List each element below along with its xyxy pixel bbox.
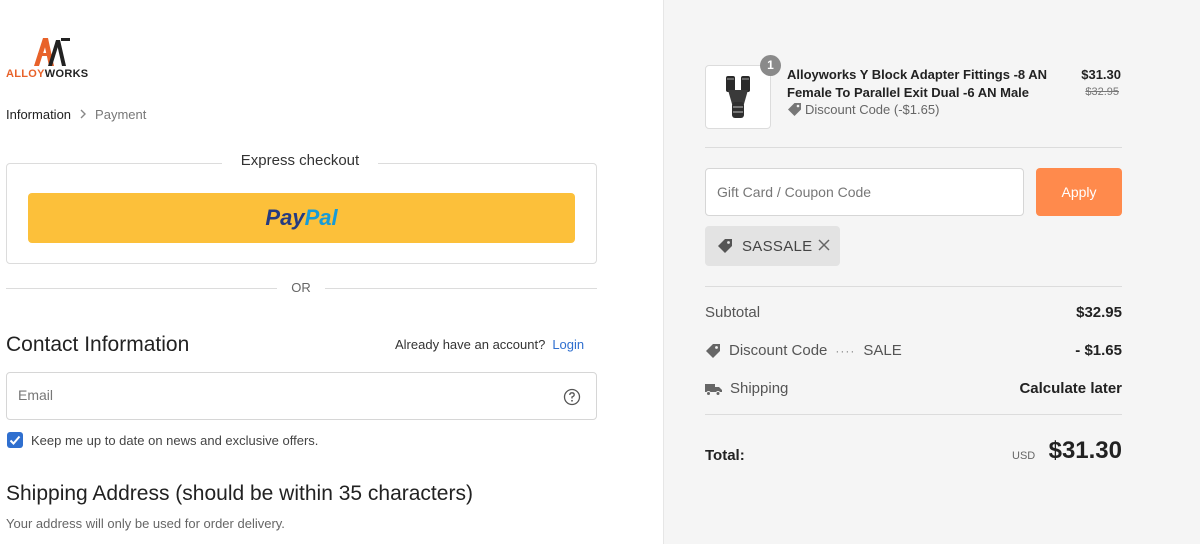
total-currency: USD <box>1012 450 1036 462</box>
login-link[interactable]: Login <box>552 337 584 352</box>
divider <box>705 414 1122 415</box>
newsletter-checkbox[interactable] <box>7 432 23 448</box>
shipping-address-title: Shipping Address (should be within 35 ch… <box>6 482 473 505</box>
or-divider-text: OR <box>277 280 325 295</box>
truck-icon <box>705 383 722 396</box>
divider <box>705 147 1122 148</box>
discount-value: - $1.65 <box>1075 342 1122 359</box>
quantity-badge: 1 <box>760 55 781 76</box>
contact-information-title: Contact Information <box>6 333 190 356</box>
coupon-input[interactable] <box>717 184 1007 200</box>
product-discount-text: Discount Code (-$1.65) <box>805 102 940 117</box>
coupon-field[interactable] <box>705 168 1024 216</box>
checkmark-icon <box>9 435 21 445</box>
applied-coupon-code: SASSALE <box>742 237 813 255</box>
paypal-button[interactable]: Pay Pal <box>28 193 575 243</box>
product-original-price: $32.95 <box>1085 86 1119 98</box>
subtotal-label: Subtotal <box>705 304 761 321</box>
tag-icon <box>718 239 732 253</box>
total-label: Total: <box>705 447 745 464</box>
brand-name: ALLOYWORKS <box>6 68 88 80</box>
account-prompt: Already have an account? Login <box>395 337 584 352</box>
breadcrumb-information[interactable]: Information <box>6 107 71 122</box>
tag-icon <box>706 343 720 358</box>
tag-icon <box>788 103 801 116</box>
brand-name-part1: ALLOY <box>6 68 45 80</box>
discount-label: Discount Code <box>729 342 828 359</box>
discount-code: SALE <box>863 342 902 359</box>
dots-separator: ···· <box>835 343 856 358</box>
brand-name-part2: WORKS <box>44 68 89 80</box>
applied-coupon-chip: SASSALE <box>705 226 840 266</box>
express-checkout-title: Express checkout <box>222 152 378 169</box>
newsletter-label: Keep me up to date on news and exclusive… <box>31 433 319 448</box>
divider <box>705 286 1122 287</box>
shipping-address-subtitle: Your address will only be used for order… <box>6 516 285 531</box>
close-icon[interactable] <box>817 238 831 252</box>
product-discount: Discount Code (-$1.65) <box>787 102 939 117</box>
product-thumbnail <box>705 65 771 129</box>
aw-logo-icon <box>34 38 70 66</box>
email-input[interactable] <box>18 387 538 403</box>
checkout-form-panel: ALLOYWORKS Information Payment Express c… <box>0 0 663 544</box>
shipping-value: Calculate later <box>1019 380 1122 397</box>
y-block-fitting-image <box>726 76 750 118</box>
email-field[interactable] <box>6 372 597 420</box>
breadcrumb-payment: Payment <box>95 107 147 122</box>
total-amount: $31.30 <box>1048 437 1122 464</box>
help-circle-icon[interactable] <box>563 388 581 406</box>
breadcrumb: Information Payment <box>6 107 146 122</box>
shipping-row-label: Shipping <box>705 380 788 397</box>
paypal-logo-part2: Pal <box>304 205 338 230</box>
chevron-right-icon <box>79 108 87 122</box>
shipping-label: Shipping <box>730 380 789 397</box>
paypal-logo-part1: Pay <box>265 205 305 230</box>
apply-button[interactable]: Apply <box>1036 168 1122 216</box>
account-prompt-text: Already have an account? <box>395 337 546 352</box>
product-price: $31.30 <box>1081 67 1121 82</box>
subtotal-value: $32.95 <box>1076 304 1122 321</box>
brand-logo[interactable]: ALLOYWORKS <box>6 36 101 84</box>
product-name: Alloyworks Y Block Adapter Fittings -8 A… <box>787 67 1048 100</box>
discount-row-label: Discount Code ···· SALE <box>705 342 902 359</box>
